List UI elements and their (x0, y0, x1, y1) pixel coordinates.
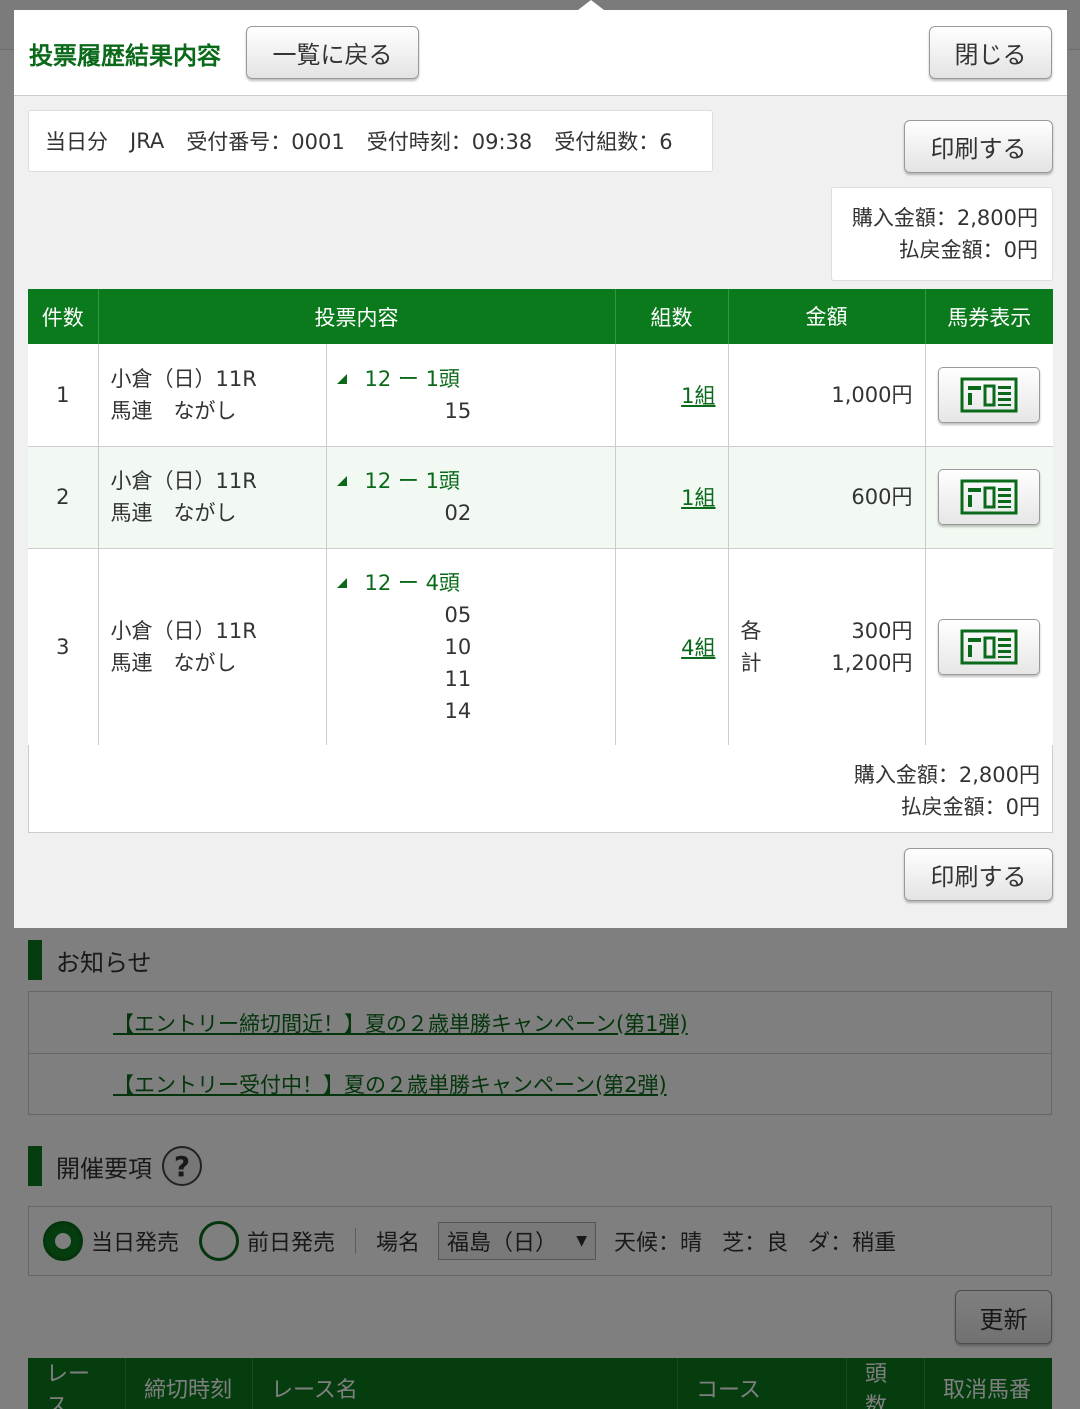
partner-horse: 11 (444, 666, 472, 691)
close-button[interactable]: 閉じる (929, 26, 1052, 79)
triangle-icon (336, 476, 347, 486)
receipt-time: 受付時刻：09:38 (366, 130, 533, 154)
refund-total: 払戻金額：0円 (900, 795, 1040, 819)
partner-horse: 02 (444, 501, 472, 525)
row-number: 1 (28, 344, 99, 447)
summary-totals-bottom: 購入金額：2,800円 払戻金額：0円 (28, 745, 1053, 833)
receipt-sets: 受付組数：6 (554, 130, 673, 154)
amount-each-row: 各 300円 (741, 615, 913, 647)
axis-line: 12 ー 1頭 (327, 363, 615, 395)
race-name: 小倉（日）11R (110, 366, 257, 391)
combination-cell: 12 ー 1頭 02 (326, 446, 616, 549)
axis-text: 12 ー 1頭 (364, 469, 460, 493)
amount-value: 600円 (851, 485, 913, 509)
receipt-info: 当日分 JRA 受付番号：0001 受付時刻：09:38 受付組数：6 (28, 110, 713, 172)
axis-line: 12 ー 1頭 (327, 465, 615, 497)
sets-link[interactable]: 4組 (681, 636, 715, 660)
ticket-view-button[interactable] (938, 469, 1041, 525)
table-row: 2 小倉（日）11R 馬連 ながし 12 ー 1頭 02 1組 600円 (28, 446, 1053, 549)
amount-total-value: 1,200円 (831, 650, 913, 675)
race-cell: 小倉（日）11R 馬連 ながし (98, 548, 327, 746)
table-row: 3 小倉（日）11R 馬連 ながし 12 ー 4頭 05 10 11 14 4組… (28, 548, 1053, 746)
combination-cell: 12 ー 1頭 15 (326, 344, 616, 447)
amount-each-label: 各 (740, 618, 762, 643)
bet-type: 馬連 ながし (110, 398, 237, 423)
ticket-view-icon (960, 377, 1018, 413)
sets-link[interactable]: 1組 (681, 486, 715, 510)
ticket-view-button[interactable] (938, 618, 1041, 675)
sets-cell: 1組 (615, 446, 729, 549)
amount-cell: 600円 (728, 446, 926, 549)
amount-value: 300円 (851, 618, 913, 643)
row-number: 2 (28, 446, 99, 549)
race-name: 小倉（日）11R (110, 469, 257, 493)
sets-cell: 4組 (615, 548, 729, 746)
partner-horse: 05 (444, 602, 472, 627)
receipt-number: 受付番号：0001 (186, 130, 345, 154)
header-sets: 組数 (615, 289, 729, 344)
axis-text: 12 ー 1頭 (364, 366, 460, 391)
bet-type: 馬連 ながし (110, 650, 237, 675)
sets-link[interactable]: 1組 (681, 384, 715, 408)
ticket-view-button[interactable] (938, 366, 1041, 423)
bet-table: 件数 投票内容 組数 金額 馬券表示 1 小倉（日）11R 馬連 ながし 12 … (28, 289, 1053, 746)
ticket-cell (925, 446, 1053, 549)
axis-line: 12 ー 4頭 (327, 567, 615, 599)
purchase-total: 購入金額：2,800円 (853, 763, 1040, 787)
ticket-view-icon (960, 479, 1018, 515)
back-to-list-button[interactable]: 一覧に戻る (246, 26, 419, 79)
header-amount: 金額 (728, 289, 926, 344)
triangle-icon (336, 373, 347, 384)
amount-cell: 各 300円 計 1,200円 (728, 548, 926, 746)
summary-totals-top: 購入金額：2,800円 払戻金額：0円 (831, 187, 1053, 281)
partner-horse: 14 (444, 698, 472, 723)
bet-history-modal: 投票履歴結果内容 一覧に戻る 閉じる 当日分 JRA 受付番号：0001 受付時… (14, 10, 1067, 928)
refund-total: 払戻金額：0円 (898, 238, 1038, 262)
header-content: 投票内容 (98, 289, 616, 344)
bet-type: 馬連 ながし (110, 501, 237, 525)
combination-cell: 12 ー 4頭 05 10 11 14 (326, 548, 616, 746)
amount-total-label: 計 (740, 650, 762, 675)
modal-title: 投票履歴結果内容 (29, 42, 221, 70)
amount-total-row: 計 1,200円 (741, 647, 913, 679)
sets-cell: 1組 (615, 344, 729, 447)
org-text: JRA (130, 129, 165, 153)
axis-text: 12 ー 4頭 (364, 570, 460, 595)
race-cell: 小倉（日）11R 馬連 ながし (98, 344, 327, 447)
day-text: 当日分 (45, 130, 108, 154)
ticket-cell (925, 344, 1053, 447)
amount-cell: 1,000円 (728, 344, 926, 447)
race-name: 小倉（日）11R (110, 618, 257, 643)
partner-horse: 15 (444, 398, 472, 423)
race-cell: 小倉（日）11R 馬連 ながし (98, 446, 327, 549)
ticket-cell (925, 548, 1053, 746)
modal-header: 投票履歴結果内容 一覧に戻る 閉じる (14, 10, 1067, 96)
header-ticket: 馬券表示 (925, 289, 1053, 344)
purchase-total: 購入金額：2,800円 (851, 206, 1038, 230)
ticket-view-icon (960, 629, 1018, 664)
triangle-icon (336, 577, 347, 588)
amount-value: 1,000円 (831, 382, 913, 407)
partner-horse: 10 (444, 634, 472, 659)
table-row: 1 小倉（日）11R 馬連 ながし 12 ー 1頭 15 1組 1,000円 (28, 344, 1053, 447)
modal-pointer (578, 0, 604, 10)
bet-table-header: 件数 投票内容 組数 金額 馬券表示 (28, 289, 1053, 344)
print-button-bottom[interactable]: 印刷する (904, 848, 1053, 901)
header-count: 件数 (28, 289, 99, 344)
print-button-top[interactable]: 印刷する (904, 120, 1053, 173)
row-number: 3 (28, 548, 99, 746)
